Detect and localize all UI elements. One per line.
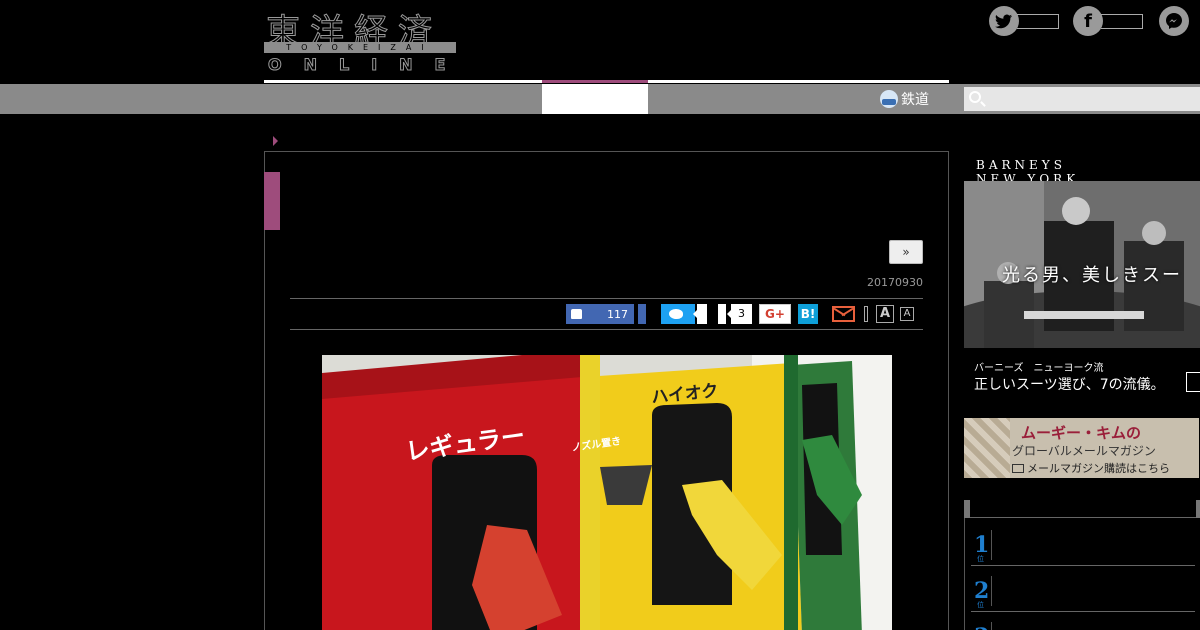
like-count: 117	[607, 307, 628, 321]
mail-share-button[interactable]	[832, 304, 856, 324]
tweet-button[interactable]	[661, 304, 695, 324]
facebook-share-button[interactable]	[638, 304, 646, 324]
gas-pump-illustration: レギュラー ハイオク ノズル置き	[322, 355, 892, 630]
search-icon[interactable]	[969, 91, 981, 103]
font-size-small-button[interactable]: A	[900, 307, 914, 321]
mail-icon	[1012, 464, 1024, 473]
article-photo: レギュラー ハイオク ノズル置き	[322, 355, 892, 630]
twitter-bird-icon	[995, 14, 1013, 28]
nav-item-tetsudo[interactable]: 鉄道	[880, 88, 929, 110]
facebook-like-button[interactable]: 117	[566, 304, 634, 324]
messenger-share[interactable]	[1159, 6, 1189, 36]
moogie-pattern	[964, 418, 1010, 478]
ranking-tab-right[interactable]	[1196, 500, 1200, 518]
twitter-icon	[669, 309, 683, 319]
barneys-logo-line1: BARNEYS	[976, 158, 1066, 172]
barneys-subtitle: バーニーズ ニューヨーク流	[974, 363, 1104, 374]
rank-unit: 位	[977, 601, 984, 609]
site-logo[interactable]: 東洋経済 TOYOKEIZAI ONLINE	[264, 6, 458, 75]
ranking-tab-left[interactable]	[964, 500, 970, 518]
barneys-photo: 光る男、美しきスー	[964, 181, 1200, 348]
rank-divider	[991, 530, 992, 560]
rank-unit: 位	[977, 555, 984, 563]
messenger-icon	[1159, 6, 1189, 36]
barneys-copy: 光る男、美しきスー	[1002, 265, 1182, 286]
ad-barneys[interactable]: BARNEYS NEW YORK 光る男、美しきスー バーニーズ ニューヨーク流…	[964, 157, 1200, 395]
facebook-count-box	[1101, 13, 1143, 29]
nav-active-accent	[542, 80, 648, 83]
share-spacer	[718, 304, 726, 324]
nav-tab-active[interactable]	[542, 84, 648, 114]
moogie-cta-label: メールマガジン購読はこちら	[1027, 462, 1170, 475]
ranking-item[interactable]: 2 位	[971, 568, 1195, 612]
ranking-header	[964, 500, 1200, 518]
moogie-subtitle: グローバルメールマガジン	[1012, 444, 1156, 458]
breadcrumb-arrow-icon	[273, 136, 278, 146]
title-accent-bar	[264, 172, 280, 230]
messenger-bubble-icon	[1166, 13, 1182, 29]
share-bar-top-rule	[290, 298, 923, 299]
font-size-divider	[864, 306, 868, 322]
train-icon	[880, 90, 898, 108]
share-bar-bottom-rule	[290, 329, 923, 330]
hatena-count: 3	[727, 304, 752, 324]
article-date: 20170930	[867, 276, 923, 289]
tweet-count	[693, 304, 707, 324]
ranking-item[interactable]: 3 位	[971, 614, 1195, 630]
rank-divider	[991, 622, 992, 630]
twitter-follow[interactable]	[989, 6, 1059, 36]
search-input[interactable]	[964, 87, 1200, 111]
google-plus-button[interactable]: G+	[759, 304, 791, 324]
barneys-more-button[interactable]	[1186, 372, 1200, 392]
font-size-large-button[interactable]: A	[876, 305, 894, 323]
envelope-icon	[832, 306, 855, 322]
facebook-like[interactable]: f	[1073, 6, 1143, 36]
logo-online: ONLINE	[267, 55, 468, 75]
rank-divider	[991, 576, 992, 606]
next-page-button[interactable]: »	[889, 240, 923, 264]
moogie-title: ムーギー・キムの	[1021, 424, 1142, 442]
rank-number: 3	[974, 624, 989, 630]
facebook-icon: f	[1073, 6, 1103, 36]
logo-roman: TOYOKEIZAI	[264, 42, 456, 53]
ranking-item[interactable]: 1 位	[971, 522, 1195, 566]
twitter-icon	[989, 6, 1019, 36]
nav-item-tetsudo-label: 鉄道	[901, 92, 929, 108]
ranking-list: 1 位 2 位 3 位	[964, 518, 1200, 630]
moogie-cta: メールマガジン購読はこちら	[1012, 460, 1170, 476]
ad-moogie-newsletter[interactable]: ムーギー・キムの グローバルメールマガジン メールマガジン購読はこちら	[964, 418, 1199, 478]
hatena-bookmark-button[interactable]: B!	[798, 304, 818, 324]
twitter-count-box	[1017, 13, 1059, 29]
barneys-headline: 正しいスーツ選び、7の流儀。	[974, 377, 1165, 393]
thumbs-up-icon	[571, 309, 582, 319]
